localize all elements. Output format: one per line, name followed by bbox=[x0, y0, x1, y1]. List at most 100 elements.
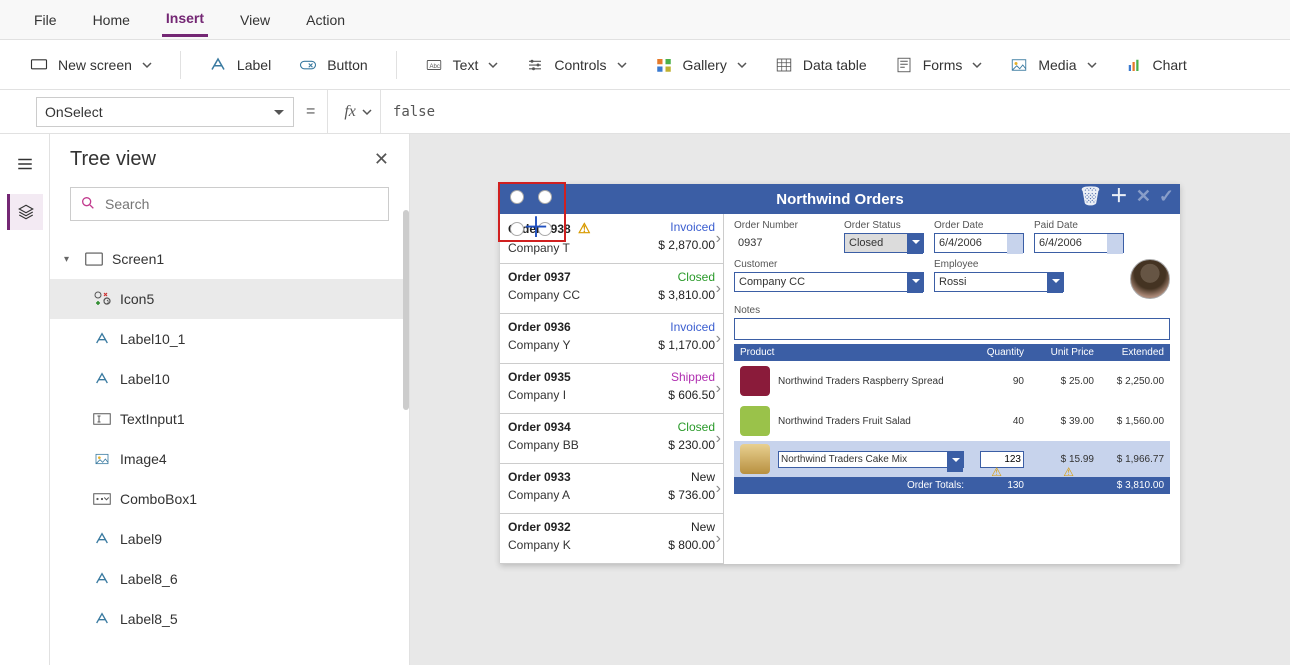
order-date-picker[interactable]: 6/4/2006 bbox=[934, 233, 1024, 253]
chevron-down-icon bbox=[488, 60, 498, 70]
menu-file[interactable]: File bbox=[30, 4, 61, 36]
controls-button[interactable]: Controls bbox=[526, 56, 626, 74]
order-item[interactable]: Order 0936Company Y Invoiced$ 1,170.00 › bbox=[500, 314, 723, 364]
paid-date-picker[interactable]: 6/4/2006 bbox=[1034, 233, 1124, 253]
label-icon bbox=[92, 529, 112, 549]
tree-item[interactable]: Label10_1 bbox=[50, 319, 409, 359]
field-label: Employee bbox=[934, 259, 1064, 270]
employee-select[interactable]: Rossi bbox=[934, 272, 1064, 292]
fx-button[interactable]: fx bbox=[327, 90, 380, 133]
forms-icon bbox=[895, 56, 913, 74]
extended-price: $ 1,966.77 bbox=[1094, 454, 1164, 465]
label-icon bbox=[92, 609, 112, 629]
product-header: Product Quantity Unit Price Extended bbox=[734, 344, 1170, 361]
product-row[interactable]: Northwind Traders Raspberry Spread90$ 25… bbox=[734, 361, 1170, 401]
tree-item-icon5[interactable]: Icon5 bbox=[50, 279, 409, 319]
tree-item-screen[interactable]: ▾ Screen1 bbox=[50, 239, 409, 279]
tree-item[interactable]: ComboBox1 bbox=[50, 479, 409, 519]
menu-view[interactable]: View bbox=[236, 4, 274, 36]
tree-item-label: TextInput1 bbox=[120, 411, 185, 427]
layers-icon[interactable] bbox=[7, 194, 43, 230]
new-screen-button[interactable]: New screen bbox=[30, 56, 152, 74]
property-selector[interactable]: OnSelect bbox=[36, 97, 294, 127]
canvas[interactable]: ＋ Northwind Orders 🗑 ＋ ✕ ✓ Order 0938 ⚠C… bbox=[410, 134, 1290, 665]
media-button[interactable]: Media bbox=[1010, 56, 1096, 74]
order-number-value: 0937 bbox=[734, 233, 834, 253]
formula-bar: OnSelect = fx false bbox=[0, 90, 1290, 134]
plus-icon[interactable]: ＋ bbox=[1110, 187, 1128, 205]
gallery-button[interactable]: Gallery bbox=[655, 56, 747, 74]
order-status-select[interactable]: Closed bbox=[844, 233, 924, 253]
ribbon-data-table-label: Data table bbox=[803, 57, 867, 73]
image-icon bbox=[92, 449, 112, 469]
label-icon bbox=[209, 56, 227, 74]
order-item[interactable]: Order 0932Company K New$ 800.00 › bbox=[500, 514, 723, 564]
menu-home[interactable]: Home bbox=[89, 4, 134, 36]
text-button[interactable]: Abc Text bbox=[425, 56, 499, 74]
field-label: Customer bbox=[734, 259, 924, 270]
chevron-right-icon: › bbox=[716, 380, 721, 398]
menu-insert[interactable]: Insert bbox=[162, 2, 208, 37]
tree-item[interactable]: Label8_6 bbox=[50, 559, 409, 599]
product-edit-row[interactable]: Northwind Traders Cake Mix ⚠ $ 15.99 ⚠ $… bbox=[734, 441, 1170, 477]
tree-item[interactable]: Label8_5 bbox=[50, 599, 409, 639]
order-item[interactable]: Order 0933Company A New$ 736.00 › bbox=[500, 464, 723, 514]
chart-button[interactable]: Chart bbox=[1125, 56, 1187, 74]
menu-action[interactable]: Action bbox=[302, 4, 349, 36]
trash-icon[interactable]: 🗑 bbox=[1079, 187, 1102, 205]
close-icon[interactable]: ✕ bbox=[374, 149, 389, 170]
tree-item[interactable]: Image4 bbox=[50, 439, 409, 479]
order-item[interactable]: Order 0935Company I Shipped$ 606.50 › bbox=[500, 364, 723, 414]
totals-row: Order Totals: 130 $ 3,810.00 bbox=[734, 477, 1170, 494]
ribbon-label-text: Label bbox=[237, 57, 271, 73]
new-screen-label: New screen bbox=[58, 57, 132, 73]
tree-item[interactable]: Label10 bbox=[50, 359, 409, 399]
tree-item-label: Label10_1 bbox=[120, 331, 185, 347]
chevron-down-icon bbox=[362, 107, 372, 117]
menubar: File Home Insert View Action bbox=[0, 0, 1290, 40]
notes-input[interactable] bbox=[734, 318, 1170, 340]
combobox-icon bbox=[92, 489, 112, 509]
ribbon-media-label: Media bbox=[1038, 57, 1076, 73]
controls-icon bbox=[526, 56, 544, 74]
tree-item-label: Label8_5 bbox=[120, 611, 178, 627]
button-button[interactable]: Button bbox=[299, 56, 367, 74]
label-icon bbox=[92, 369, 112, 389]
chart-icon bbox=[1125, 56, 1143, 74]
forms-button[interactable]: Forms bbox=[895, 56, 983, 74]
product-row[interactable]: Northwind Traders Fruit Salad40$ 39.00$ … bbox=[734, 401, 1170, 441]
qty-input[interactable] bbox=[980, 451, 1024, 468]
search-input[interactable] bbox=[70, 187, 389, 221]
add-icon bbox=[92, 289, 112, 309]
order-item[interactable]: Order 0937Company CC Closed$ 3,810.00 › bbox=[500, 264, 723, 314]
tree-title: Tree view bbox=[70, 148, 156, 171]
label-button[interactable]: Label bbox=[209, 56, 271, 74]
product-select[interactable]: Northwind Traders Cake Mix bbox=[778, 451, 964, 468]
ribbon-chart-label: Chart bbox=[1153, 57, 1187, 73]
field-label: Notes bbox=[734, 305, 1170, 316]
formula-input[interactable]: false bbox=[380, 90, 1290, 133]
customer-select[interactable]: Company CC bbox=[734, 272, 924, 292]
chevron-right-icon: › bbox=[716, 480, 721, 498]
order-item[interactable]: Order 0934Company BB Closed$ 230.00 › bbox=[500, 414, 723, 464]
hamburger-icon[interactable] bbox=[7, 146, 43, 182]
ribbon-forms-label: Forms bbox=[923, 57, 963, 73]
tree-item-label: Label10 bbox=[120, 371, 170, 387]
scrollbar-thumb[interactable] bbox=[403, 210, 409, 410]
app-header: Northwind Orders 🗑 ＋ ✕ ✓ bbox=[500, 184, 1180, 214]
tree-item-label: Label8_6 bbox=[120, 571, 178, 587]
gallery-icon bbox=[655, 56, 673, 74]
tree-item[interactable]: Label9 bbox=[50, 519, 409, 559]
cancel-icon[interactable]: ✕ bbox=[1136, 187, 1151, 205]
button-icon bbox=[299, 56, 317, 74]
media-icon bbox=[1010, 56, 1028, 74]
field-label: Order Date bbox=[934, 220, 1024, 231]
check-icon[interactable]: ✓ bbox=[1159, 187, 1174, 205]
ribbon-button-text: Button bbox=[327, 57, 367, 73]
chevron-down-icon bbox=[972, 60, 982, 70]
ribbon-text-label: Text bbox=[453, 57, 479, 73]
tree-item[interactable]: TextInput1 bbox=[50, 399, 409, 439]
data-table-button[interactable]: Data table bbox=[775, 56, 867, 74]
expand-icon[interactable]: ▾ bbox=[64, 254, 76, 265]
order-list[interactable]: Order 0938 ⚠Company T Invoiced$ 2,870.00… bbox=[500, 214, 724, 564]
